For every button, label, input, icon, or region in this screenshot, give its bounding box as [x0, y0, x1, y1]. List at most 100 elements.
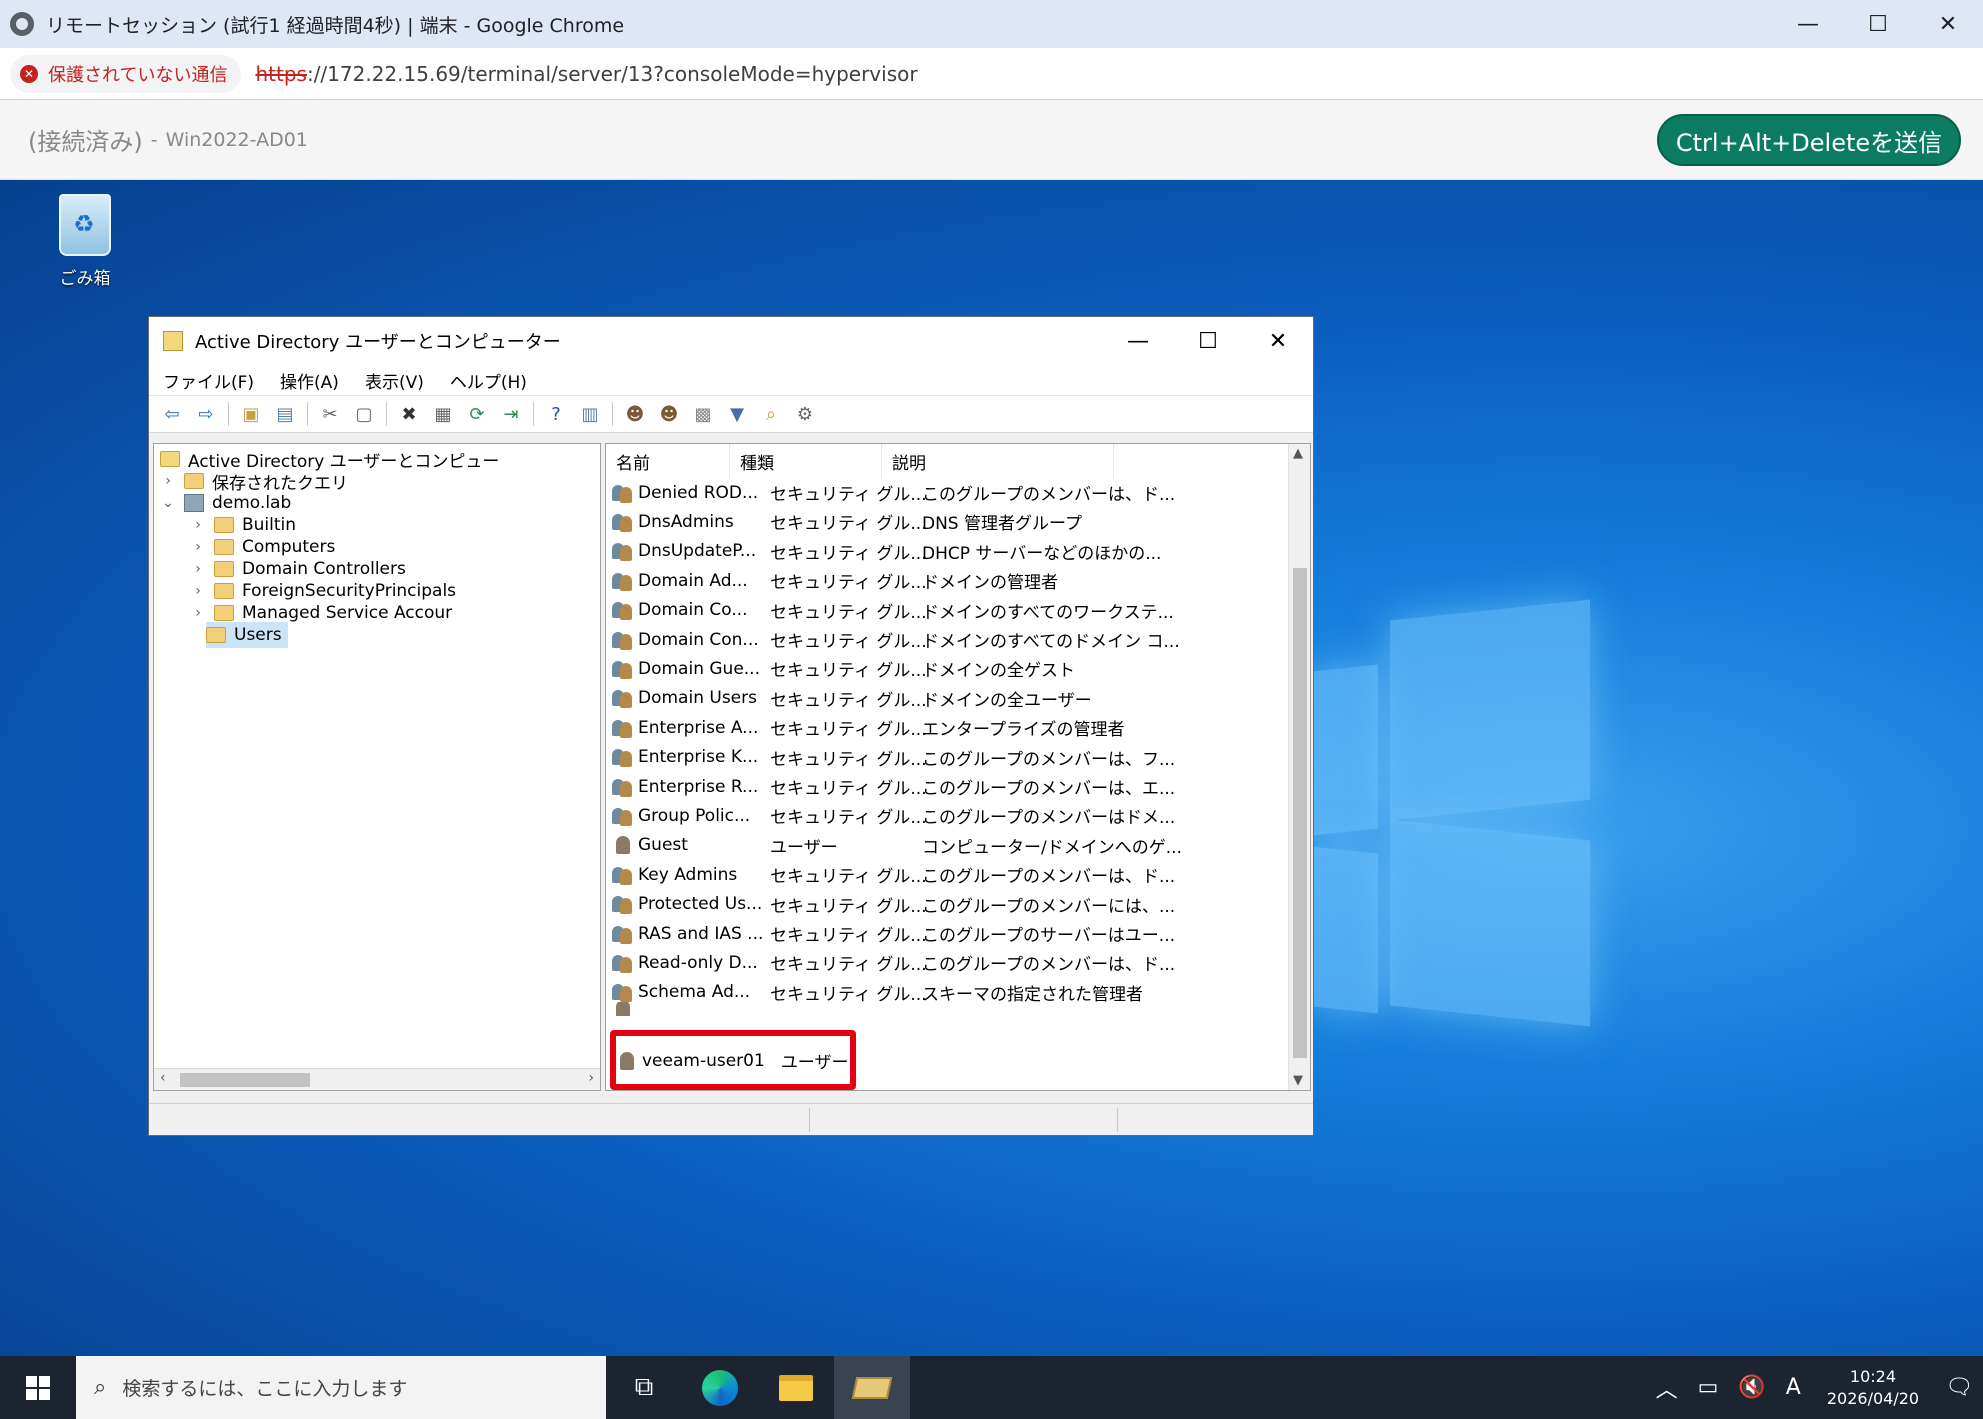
file-explorer-button[interactable]: [758, 1356, 834, 1419]
new-group-icon[interactable]: ☻: [656, 401, 682, 427]
list-item[interactable]: DnsAdmins セキュリティ グル... DNS 管理者グループ: [612, 507, 1082, 536]
list-item[interactable]: Guest ユーザー コンピューター/ドメインへのゲ...: [612, 831, 1182, 860]
start-button[interactable]: [0, 1356, 76, 1419]
forward-arrow-icon[interactable]: ⇨: [193, 401, 219, 427]
expand-chevron-icon[interactable]: ›: [160, 473, 176, 489]
aduc-taskbar-button[interactable]: [834, 1356, 910, 1419]
recycle-bin[interactable]: ごみ箱: [40, 194, 130, 289]
back-arrow-icon[interactable]: ⇦: [159, 401, 185, 427]
list-item[interactable]: Domain Ad... セキュリティ グル... ドメインの管理者: [612, 566, 1058, 595]
up-folder-icon[interactable]: ▣: [238, 401, 264, 427]
tree-horizontal-scrollbar[interactable]: ‹ ›: [154, 1068, 600, 1090]
maximize-button[interactable]: ☐: [1843, 0, 1913, 48]
speaker-muted-icon[interactable]: 🔇: [1738, 1375, 1765, 1400]
find-icon[interactable]: ⌕: [758, 401, 784, 427]
network-icon[interactable]: ▭: [1698, 1375, 1719, 1400]
properties-icon[interactable]: ▦: [430, 401, 456, 427]
tree-item-users[interactable]: Users: [206, 622, 288, 648]
scroll-down-icon[interactable]: ▼: [1293, 1073, 1303, 1088]
status-bar: [149, 1103, 1313, 1135]
list-item[interactable]: Protected Us... セキュリティ グル... このグループのメンバーには…: [612, 890, 1175, 919]
list-item[interactable]: Group Polic... セキュリティ グル... このグループのメンバーはドメ…: [612, 801, 1175, 830]
list-item[interactable]: Denied ROD... セキュリティ グル... このグループのメンバーは、ド.…: [612, 478, 1175, 507]
collapse-chevron-icon[interactable]: ⌄: [160, 495, 176, 511]
delete-icon[interactable]: ✖: [396, 401, 422, 427]
list-item[interactable]: Read-only D... セキュリティ グル... このグループのメンバーは、ド…: [612, 948, 1175, 977]
ad-minimize-button[interactable]: —: [1103, 317, 1173, 365]
list-item[interactable]: Enterprise A... セキュリティ グル... エンタープライズの管理者: [612, 713, 1124, 742]
paste-icon[interactable]: ▢: [351, 401, 377, 427]
list-item[interactable]: Enterprise R... セキュリティ グル... このグループのメンバーは、…: [612, 772, 1175, 801]
row-name: veeam-user01: [642, 1050, 765, 1071]
list-item[interactable]: Enterprise K... セキュリティ グル... このグループのメンバーは、…: [612, 743, 1175, 772]
ime-indicator[interactable]: A: [1786, 1375, 1801, 1400]
scroll-up-icon[interactable]: ▲: [1293, 446, 1303, 461]
list-item[interactable]: Domain Gue... セキュリティ グル... ドメインの全ゲスト: [612, 654, 1075, 683]
list-item-veeam-user01[interactable]: veeam-user01 ユーザー: [616, 1046, 848, 1075]
cut-icon[interactable]: ✂: [317, 401, 343, 427]
row-type: セキュリティ グル...: [770, 573, 927, 594]
ad-title-bar[interactable]: Active Directory ユーザーとコンピューター — ☐ ✕: [149, 317, 1313, 365]
menu-file[interactable]: ファイル(F): [163, 368, 254, 393]
list-item[interactable]: Key Admins セキュリティ グル... このグループのメンバーは、ド...: [612, 860, 1175, 889]
filter-icon[interactable]: ▼: [724, 401, 750, 427]
show-hide-tree-icon[interactable]: ▤: [272, 401, 298, 427]
new-ou-icon[interactable]: ▩: [690, 401, 716, 427]
new-user-icon[interactable]: ☻: [622, 401, 648, 427]
details-list: 名前 種類 説明 Denied ROD... セキュリティ グル... このグループ…: [605, 443, 1311, 1091]
row-type: セキュリティ グル...: [770, 543, 927, 564]
minimize-button[interactable]: —: [1773, 0, 1843, 48]
edge-icon: [702, 1369, 738, 1406]
remote-desktop[interactable]: ごみ箱 Active Directory ユーザーとコンピューター — ☐ ✕ …: [0, 180, 1983, 1356]
task-view-button[interactable]: ⧉: [606, 1356, 682, 1419]
menu-action[interactable]: 操作(A): [280, 368, 339, 393]
row-name: DnsUpdateP...: [638, 541, 757, 562]
scroll-left-icon[interactable]: ‹: [160, 1070, 166, 1086]
export-list-icon[interactable]: ⇥: [498, 401, 524, 427]
expand-chevron-icon[interactable]: ›: [190, 561, 206, 577]
add-to-group-icon[interactable]: ⚙: [792, 401, 818, 427]
scrollbar-thumb[interactable]: [180, 1073, 310, 1087]
refresh-icon[interactable]: ⟳: [464, 401, 490, 427]
column-header-name[interactable]: 名前: [606, 444, 730, 478]
taskbar-search[interactable]: ⌕ 検索するには、ここに入力します: [76, 1356, 606, 1419]
row-description: このグループのサーバーはユー...: [922, 926, 1176, 946]
list-item[interactable]: Domain Con... セキュリティ グル... ドメインのすべてのドメイン コ…: [612, 625, 1180, 654]
group-icon: [612, 777, 634, 797]
ad-close-button[interactable]: ✕: [1243, 317, 1313, 365]
security-indicator[interactable]: ✕ 保護されていない通信: [10, 54, 242, 93]
taskbar: ⌕ 検索するには、ここに入力します ⧉ ︿ ▭ 🔇 A 10:24 2026/0…: [0, 1356, 1983, 1419]
list-item[interactable]: Domain Users セキュリティ グル... ドメインの全ユーザー: [612, 684, 1092, 713]
list-item[interactable]: RAS and IAS ... セキュリティ グル... このグループのサーバーはユ…: [612, 919, 1175, 948]
edge-button[interactable]: [682, 1356, 758, 1419]
menu-help[interactable]: ヘルプ(H): [450, 368, 527, 393]
expand-chevron-icon[interactable]: ›: [190, 583, 206, 599]
help-icon[interactable]: ?: [543, 401, 569, 427]
scroll-right-icon[interactable]: ›: [588, 1070, 594, 1086]
chevron-up-icon[interactable]: ︿: [1656, 1372, 1678, 1404]
column-header-description[interactable]: 説明: [882, 444, 1114, 478]
list-item[interactable]: Domain Co... セキュリティ グル... ドメインのすべてのワークステ..…: [612, 596, 1174, 625]
menu-view[interactable]: 表示(V): [365, 368, 424, 393]
row-type: セキュリティ グル...: [770, 955, 927, 976]
column-header-type[interactable]: 種類: [730, 444, 882, 478]
list-vertical-scrollbar[interactable]: ▲ ▼: [1288, 444, 1310, 1090]
row-type: セキュリティ グル...: [770, 632, 927, 652]
send-ctrl-alt-delete-button[interactable]: Ctrl+Alt+Deleteを送信: [1657, 114, 1961, 166]
security-label: 保護されていない通信: [48, 64, 228, 86]
task-view-icon: ⧉: [634, 1372, 654, 1402]
clock[interactable]: 10:24 2026/04/20: [1827, 1366, 1919, 1410]
row-type: セキュリティ グル...: [770, 867, 927, 888]
notification-icon[interactable]: 🗨: [1945, 1375, 1973, 1400]
expand-chevron-icon[interactable]: ›: [190, 539, 206, 555]
list-item[interactable]: DnsUpdateP... セキュリティ グル... DHCP サーバーなどのほかの…: [612, 537, 1161, 566]
expand-chevron-icon[interactable]: ›: [190, 517, 206, 533]
scrollbar-thumb[interactable]: [1293, 568, 1307, 1058]
expand-chevron-icon[interactable]: ›: [190, 605, 206, 621]
close-button[interactable]: ✕: [1913, 0, 1983, 48]
console-tree-icon[interactable]: ▥: [577, 401, 603, 427]
search-placeholder: 検索するには、ここに入力します: [122, 1378, 408, 1400]
url-field[interactable]: https://172.22.15.69/terminal/server/13?…: [255, 62, 917, 86]
ad-maximize-button[interactable]: ☐: [1173, 317, 1243, 365]
url-scheme: https: [255, 61, 307, 86]
